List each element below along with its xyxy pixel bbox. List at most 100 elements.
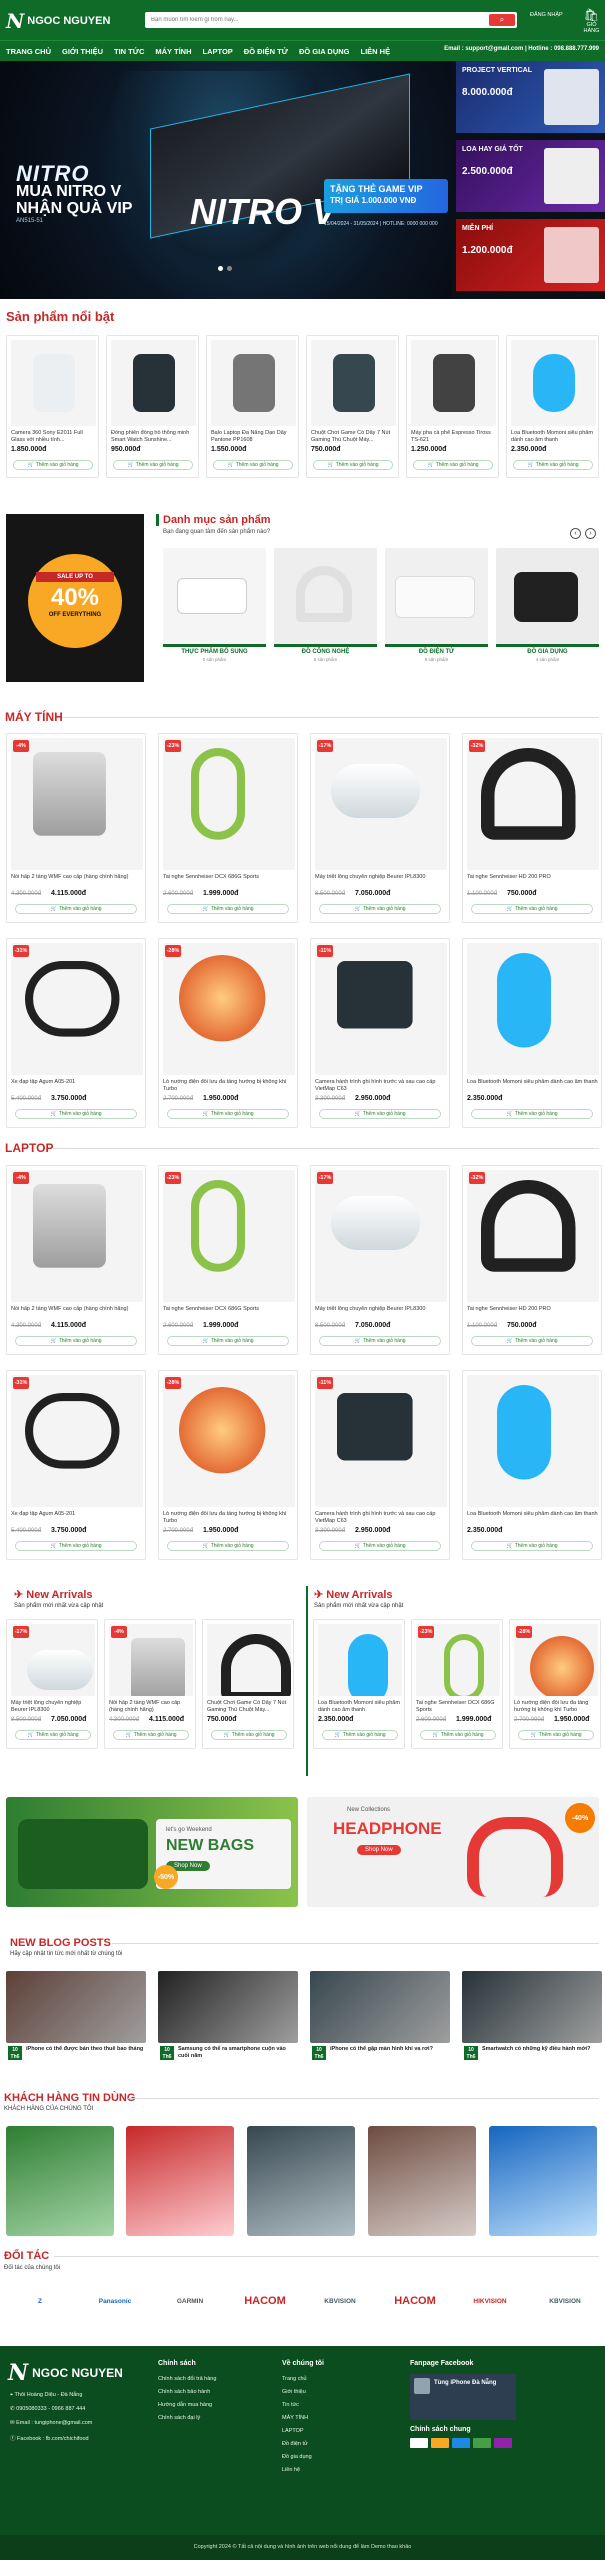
add-to-cart-button[interactable]: 🛒 Thêm vào giỏ hàng bbox=[167, 1109, 289, 1119]
partner-logo[interactable]: GARMIN bbox=[156, 2292, 224, 2310]
about-link[interactable]: Giới thiệu bbox=[282, 2389, 306, 2395]
partner-logo[interactable]: HIKVISION bbox=[456, 2292, 524, 2310]
add-to-cart-button[interactable]: 🛒 Thêm vào giỏ hàng bbox=[167, 904, 289, 914]
product-name[interactable]: Camera hành trình ghi hình trước và sau … bbox=[315, 1079, 447, 1093]
product-image[interactable]: -17% bbox=[11, 1624, 95, 1696]
product-image[interactable]: -28% bbox=[163, 1375, 295, 1507]
add-to-cart-button[interactable]: 🛒 Thêm vào giỏ hàng bbox=[211, 1730, 287, 1740]
add-to-cart-button[interactable]: 🛒 Thêm vào giỏ hàng bbox=[319, 904, 441, 914]
about-link[interactable]: Liên hệ bbox=[282, 2467, 300, 2473]
add-to-cart-button[interactable]: 🛒 Thêm vào giỏ hàng bbox=[15, 904, 137, 914]
product-name[interactable]: Tai nghe Sennheiser OCX 686G Sports bbox=[163, 874, 295, 888]
partner-logo[interactable]: HACOM bbox=[231, 2292, 299, 2310]
product-name[interactable]: Loa Bluetooth Momoni siêu phẩm dành cao … bbox=[318, 1700, 404, 1714]
product-image[interactable]: -31% bbox=[11, 943, 143, 1075]
blog-post[interactable]: 10 Th6 iPhone có thể gập màn hình khi va r… bbox=[310, 1971, 450, 2060]
product-image[interactable] bbox=[318, 1624, 402, 1696]
search-button[interactable]: ⌕ bbox=[489, 14, 515, 26]
add-to-cart-button[interactable]: 🛒 Thêm vào giỏ hàng bbox=[471, 1109, 593, 1119]
category-card[interactable]: ĐỒ GIA DỤNG 4 sản phẩm bbox=[496, 548, 599, 668]
add-to-cart-button[interactable]: 🛒 Thêm vào giỏ hàng bbox=[15, 1541, 137, 1551]
product-name[interactable]: Lò nướng điện đối lưu đa tầng hướng bị k… bbox=[163, 1079, 295, 1093]
category-card[interactable]: ĐỒ ĐIỆN TỬ 6 sản phẩm bbox=[385, 548, 488, 668]
product-image[interactable]: -31% bbox=[11, 1375, 143, 1507]
add-to-cart-button[interactable]: 🛒 Thêm vào giỏ hàng bbox=[413, 460, 493, 470]
product-name[interactable]: Tai nghe Sennheiser HD 200 PRO bbox=[467, 1306, 599, 1320]
product-name[interactable]: Nồi hấp 2 tầng WMF cao cấp (hàng chính h… bbox=[11, 1306, 143, 1320]
category-card[interactable]: THỰC PHẨM BỔ SUNG 0 sản phẩm bbox=[163, 548, 266, 668]
ad-bags[interactable]: let's go Weekend NEW BAGS Shop Now -50% bbox=[6, 1797, 298, 1907]
product-image[interactable]: -32% bbox=[467, 738, 599, 870]
search-input[interactable] bbox=[145, 12, 489, 28]
product-name[interactable]: Đồng phiên đồng hồ thông minh Smart Watc… bbox=[111, 430, 197, 444]
ad-shop-button[interactable]: Shop Now bbox=[357, 1845, 401, 1855]
cart-button[interactable]: 🛍 GIỎ HÀNG bbox=[578, 8, 605, 34]
nav-household[interactable]: ĐỒ GIA DỤNG bbox=[299, 47, 350, 56]
side-banner-3[interactable]: MIỄN PHÍ 1.200.000đ bbox=[456, 219, 605, 291]
blog-title[interactable]: Smartwatch có những kỹ điều hành mới? bbox=[482, 2046, 600, 2053]
product-name[interactable]: Loa Bluetooth Momoni siêu phẩm dành cao … bbox=[467, 1511, 599, 1525]
about-link[interactable]: Đồ gia dụng bbox=[282, 2454, 312, 2460]
product-name[interactable]: Nồi hấp 2 tầng WMF cao cấp (hàng chính h… bbox=[109, 1700, 195, 1714]
product-name[interactable]: Máy triệt lông chuyên nghiệp Beurer IPL8… bbox=[315, 874, 447, 888]
hero-slide[interactable]: NITRO MUA NITRO V NHẬN QUÀ VIP AN515-51 … bbox=[0, 61, 452, 299]
product-image[interactable]: -28% bbox=[163, 943, 295, 1075]
product-image[interactable]: -4% bbox=[11, 738, 143, 870]
add-to-cart-button[interactable]: 🛒 Thêm vào giỏ hàng bbox=[167, 1336, 289, 1346]
add-to-cart-button[interactable]: 🛒 Thêm vào giỏ hàng bbox=[213, 460, 293, 470]
add-to-cart-button[interactable]: 🛒 Thêm vào giỏ hàng bbox=[420, 1730, 496, 1740]
product-name[interactable]: Xe đạp tập Agum A05-201 bbox=[11, 1079, 143, 1093]
add-to-cart-button[interactable]: 🛒 Thêm vào giỏ hàng bbox=[15, 1730, 91, 1740]
login-link[interactable]: ĐĂNG NHẬP bbox=[530, 12, 563, 18]
about-link[interactable]: Đồ điện tử bbox=[282, 2441, 308, 2447]
product-image[interactable] bbox=[11, 340, 96, 426]
side-banner-1[interactable]: PROJECT VERTICAL 8.000.000đ bbox=[456, 61, 605, 133]
category-prev-button[interactable]: ‹ bbox=[570, 528, 581, 539]
blog-post[interactable]: 10 Th6 Samsung có thể ra smartphone cuộn v… bbox=[158, 1971, 298, 2060]
product-name[interactable]: Camera 360 Sony E2011 Full Glass với nhi… bbox=[11, 430, 97, 444]
product-image[interactable] bbox=[411, 340, 496, 426]
product-name[interactable]: Máy triệt lông chuyên nghiệp Beurer IPL8… bbox=[315, 1306, 447, 1320]
product-name[interactable]: Tai nghe Sennheiser OCX 686G Sports bbox=[163, 1306, 295, 1320]
product-name[interactable]: Máy pha cà phê Espresso Tiross TS-621 bbox=[411, 430, 497, 444]
partner-logo[interactable]: HACOM bbox=[381, 2292, 449, 2310]
footer-facebook[interactable]: ⓕ Facebook : fb.com/chichifood bbox=[10, 2434, 89, 2442]
product-image[interactable] bbox=[211, 340, 296, 426]
add-to-cart-button[interactable]: 🛒 Thêm vào giỏ hàng bbox=[513, 460, 593, 470]
partner-logo[interactable]: Panasonic bbox=[81, 2292, 149, 2310]
nav-news[interactable]: TIN TỨC bbox=[114, 47, 144, 56]
add-to-cart-button[interactable]: 🛒 Thêm vào giỏ hàng bbox=[518, 1730, 594, 1740]
product-image[interactable] bbox=[207, 1624, 291, 1696]
product-image[interactable] bbox=[311, 340, 396, 426]
policy-link[interactable]: Chính sách đại lý bbox=[158, 2415, 200, 2421]
about-link[interactable]: LAPTOP bbox=[282, 2428, 304, 2434]
product-name[interactable]: Nồi hấp 2 tầng WMF cao cấp (hàng chính h… bbox=[11, 874, 143, 888]
ad-headphone[interactable]: New Collections HEADPHONE Shop Now -40% bbox=[307, 1797, 599, 1907]
about-link[interactable]: Tin tức bbox=[282, 2402, 299, 2408]
product-name[interactable]: Chuột Chơi Game Có Dây 7 Nút Gaming Thú … bbox=[207, 1700, 293, 1714]
add-to-cart-button[interactable]: 🛒 Thêm vào giỏ hàng bbox=[471, 904, 593, 914]
product-image[interactable]: -32% bbox=[467, 1170, 599, 1302]
product-image[interactable] bbox=[511, 340, 596, 426]
add-to-cart-button[interactable]: 🛒 Thêm vào giỏ hàng bbox=[15, 1109, 137, 1119]
product-image[interactable]: -23% bbox=[163, 738, 295, 870]
add-to-cart-button[interactable]: 🛒 Thêm vào giỏ hàng bbox=[322, 1730, 398, 1740]
add-to-cart-button[interactable]: 🛒 Thêm vào giỏ hàng bbox=[13, 460, 93, 470]
product-image[interactable] bbox=[467, 1375, 599, 1507]
blog-title[interactable]: iPhone có thể được bán theo thuê bao thá… bbox=[26, 2046, 144, 2053]
product-image[interactable]: -17% bbox=[315, 738, 447, 870]
product-name[interactable]: Balo Laptop Đa Năng Dạo Dây Pantone PP16… bbox=[211, 430, 297, 444]
side-banner-2[interactable]: LOA HAY GIÁ TỐT 2.500.000đ bbox=[456, 140, 605, 212]
slider-dot[interactable] bbox=[227, 266, 232, 271]
add-to-cart-button[interactable]: 🛒 Thêm vào giỏ hàng bbox=[471, 1336, 593, 1346]
nav-home[interactable]: TRANG CHỦ bbox=[6, 47, 51, 56]
site-logo[interactable]: N NGOC NGUYEN bbox=[6, 9, 116, 33]
nav-about[interactable]: GIỚI THIỆU bbox=[62, 47, 103, 56]
nav-electronics[interactable]: ĐỒ ĐIỆN TỬ bbox=[244, 47, 288, 56]
product-image[interactable]: -23% bbox=[416, 1624, 500, 1696]
product-name[interactable]: Máy triệt lông chuyên nghiệp Beurer IPL8… bbox=[11, 1700, 97, 1714]
partner-logo[interactable]: KBVISION bbox=[531, 2292, 599, 2310]
product-image[interactable]: -23% bbox=[163, 1170, 295, 1302]
policy-link[interactable]: Hướng dẫn mua hàng bbox=[158, 2402, 212, 2408]
product-name[interactable]: Loa Bluetooth Momoni siêu phẩm dành cao … bbox=[467, 1079, 599, 1093]
